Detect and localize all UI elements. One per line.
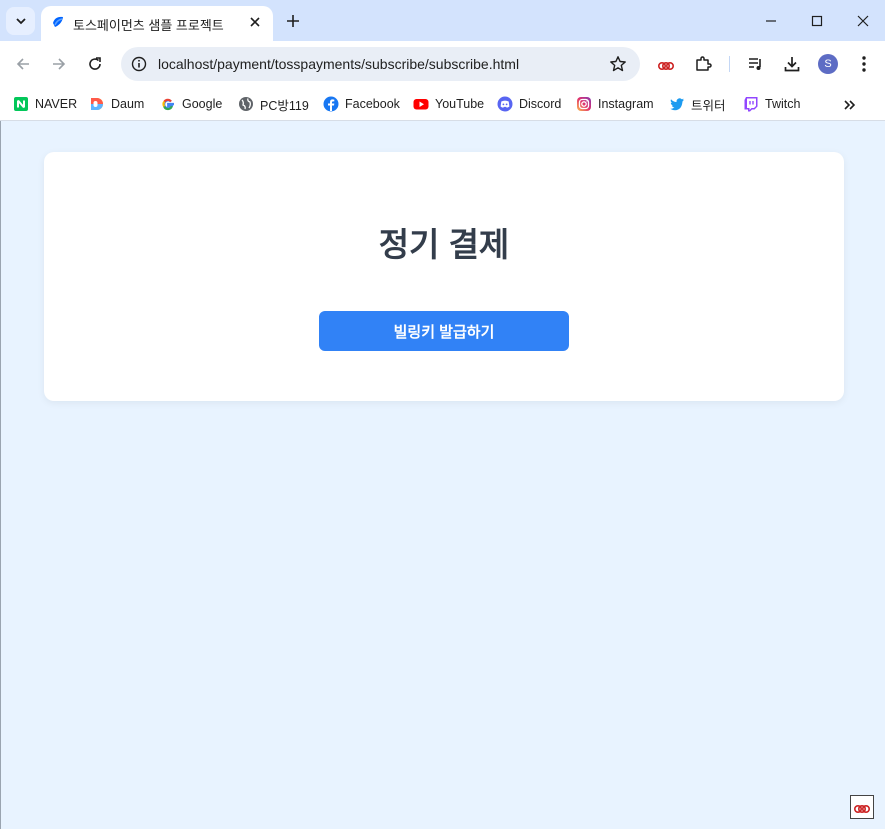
downloads-button[interactable] [780, 52, 804, 76]
menu-button[interactable] [852, 52, 876, 76]
daum-icon [89, 96, 105, 112]
bookmark-star-button[interactable] [608, 54, 628, 74]
reload-button[interactable] [82, 51, 108, 77]
instagram-icon [576, 96, 592, 112]
maximize-icon [811, 15, 823, 27]
tab-close-button[interactable] [245, 12, 265, 32]
facebook-icon [323, 96, 339, 112]
bookmark-naver[interactable]: NAVER [13, 93, 77, 115]
discord-icon [497, 96, 513, 112]
bookmark-label: NAVER [35, 97, 78, 111]
bookmark-label: Google [182, 97, 223, 111]
bookmark-label: Daum [111, 97, 145, 111]
youtube-icon [413, 96, 429, 112]
twitch-icon [743, 96, 759, 112]
queue-music-icon [749, 58, 761, 70]
bookmarks-bar: NAVER Daum Google PC방119 Facebook YouTub… [0, 87, 885, 121]
extension-808-icon [853, 805, 871, 814]
issue-billing-key-button[interactable]: 빌링키 발급하기 [319, 311, 569, 351]
bookmark-facebook[interactable]: Facebook [323, 93, 400, 115]
double-chevron-right-icon [844, 100, 856, 110]
page-title: 정기 결제 [378, 226, 510, 263]
extension-808-button[interactable] [654, 52, 678, 76]
plus-icon [287, 15, 299, 27]
tab-strip: 토스페이먼츠 샘플 프로젝트 [0, 0, 885, 41]
download-icon [784, 57, 800, 72]
puzzle-icon [696, 56, 712, 71]
media-control-button[interactable] [744, 52, 768, 76]
window-close-button[interactable] [850, 8, 876, 34]
bookmark-daum[interactable]: Daum [89, 93, 144, 115]
tab-search-button[interactable] [6, 7, 35, 35]
profile-avatar[interactable]: S [818, 54, 838, 74]
bookmarks-overflow-button[interactable] [840, 96, 860, 114]
bookmark-pc119[interactable]: PC방119 [238, 93, 309, 115]
info-icon [131, 56, 147, 72]
toss-favicon-icon [53, 16, 63, 27]
naver-icon [13, 96, 29, 112]
address-bar[interactable]: localhost/payment/tosspayments/subscribe… [121, 47, 640, 81]
forward-button[interactable] [46, 51, 72, 77]
arrow-left-icon [16, 58, 29, 70]
site-info-button[interactable] [129, 54, 149, 74]
bookmark-youtube[interactable]: YouTube [413, 93, 484, 115]
extensions-button[interactable] [691, 52, 715, 76]
tab-title: 토스페이먼츠 샘플 프로젝트 [73, 18, 224, 33]
toolbar-separator [729, 56, 730, 72]
close-icon [857, 15, 869, 27]
bookmark-discord[interactable]: Discord [497, 93, 561, 115]
maximize-button[interactable] [804, 8, 830, 34]
bookmark-twitch[interactable]: Twitch [743, 93, 800, 115]
google-icon [160, 96, 176, 112]
extension-808-overlay-icon[interactable] [850, 795, 874, 819]
bookmark-label: Instagram [598, 97, 654, 111]
close-icon [250, 17, 260, 27]
twitter-icon [669, 96, 685, 112]
extension-808-icon [657, 55, 675, 73]
kebab-menu-icon [862, 56, 866, 72]
subscription-card: 정기 결제 빌링키 발급하기 [44, 152, 844, 401]
new-tab-button[interactable] [282, 10, 304, 32]
back-button[interactable] [10, 51, 36, 77]
reload-icon [89, 57, 101, 70]
bookmark-label: Facebook [345, 97, 400, 111]
arrow-right-icon [53, 58, 66, 70]
minimize-button[interactable] [758, 8, 784, 34]
bookmark-label: 트위터 [691, 98, 726, 113]
chevron-down-icon [15, 18, 26, 25]
browser-toolbar: localhost/payment/tosspayments/subscribe… [0, 41, 885, 87]
bookmark-label: PC방119 [260, 98, 309, 113]
bookmark-instagram[interactable]: Instagram [576, 93, 654, 115]
url-text[interactable]: localhost/payment/tosspayments/subscribe… [158, 56, 519, 72]
bookmark-label: YouTube [435, 97, 485, 111]
minimize-icon [766, 20, 776, 22]
bookmark-label: Discord [519, 97, 562, 111]
bookmark-google[interactable]: Google [160, 93, 222, 115]
bookmark-twitter[interactable]: 트위터 [669, 93, 726, 115]
star-icon [610, 56, 626, 72]
active-tab[interactable]: 토스페이먼츠 샘플 프로젝트 [41, 6, 273, 41]
globe-icon [238, 96, 254, 112]
bookmark-label: Twitch [765, 97, 801, 111]
window-left-edge [0, 121, 1, 829]
